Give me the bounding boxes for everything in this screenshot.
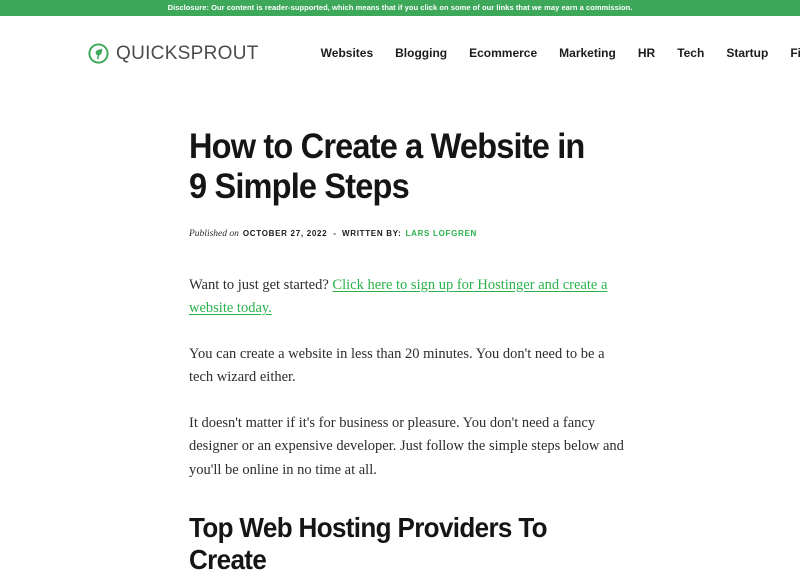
post-meta: Published on OCTOBER 27, 2022 - WRITTEN … xyxy=(189,230,625,240)
brand-logo-link[interactable]: QUICKSPROUT xyxy=(88,42,259,64)
site-header: QUICKSPROUT Websites Blogging Ecommerce … xyxy=(0,16,800,90)
nav-item-websites[interactable]: Websites xyxy=(321,47,373,59)
nav-item-finance[interactable]: Finance xyxy=(790,47,800,59)
main-navigation: Websites Blogging Ecommerce Marketing HR… xyxy=(321,47,800,59)
paragraph-intro-lead: Want to just get started? xyxy=(189,276,333,293)
nav-item-startup[interactable]: Startup xyxy=(726,47,768,59)
written-by-label: WRITTEN BY: xyxy=(341,229,402,239)
author-link[interactable]: LARS LOFGREN xyxy=(406,230,478,238)
meta-separator: - xyxy=(333,229,336,239)
nav-item-ecommerce[interactable]: Ecommerce xyxy=(469,47,537,59)
paragraph-two: You can create a website in less than 20… xyxy=(189,345,605,386)
nav-item-tech[interactable]: Tech xyxy=(677,47,704,59)
nav-item-marketing[interactable]: Marketing xyxy=(559,47,616,59)
published-label: Published on xyxy=(189,229,239,240)
nav-item-hr[interactable]: HR xyxy=(638,47,655,59)
page-title: How to Create a Website in 9 Simple Step… xyxy=(189,127,585,206)
article-main: How to Create a Website in 9 Simple Step… xyxy=(0,127,800,577)
nav-item-blogging[interactable]: Blogging xyxy=(395,47,447,59)
disclosure-text: Disclosure: Our content is reader-suppor… xyxy=(167,3,633,13)
brand-wordmark: QUICKSPROUT xyxy=(116,42,259,64)
disclosure-bar: Disclosure: Our content is reader-suppor… xyxy=(0,0,800,16)
published-date: OCTOBER 27, 2022 xyxy=(242,229,328,239)
section-heading-top-hosting: Top Web Hosting Providers To Create xyxy=(189,511,548,576)
sprout-circle-icon xyxy=(88,42,109,64)
paragraph-intro: Want to just get started? Click here to … xyxy=(189,274,625,321)
paragraph-three: It doesn't matter if it's for business o… xyxy=(189,414,624,478)
post-body: Want to just get started? Click here to … xyxy=(189,274,625,482)
